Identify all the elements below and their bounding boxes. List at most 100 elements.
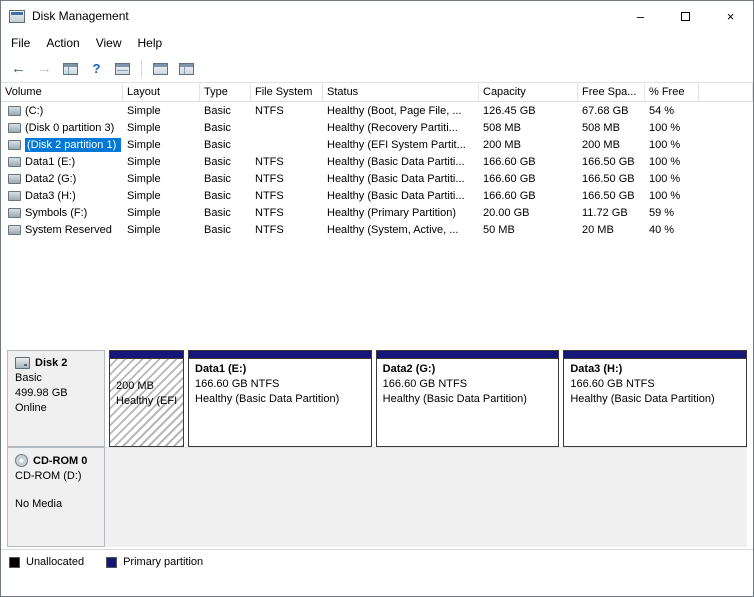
partition-efi-selected[interactable]: 200 MB Healthy (EFI [109,350,184,447]
menu-file[interactable]: File [3,33,38,53]
volume-disk-icon [8,207,21,218]
toolbar-separator [141,59,142,78]
minimize-button[interactable]: – [618,1,663,31]
volume-label: (Disk 0 partition 3) [25,121,115,134]
cell-capacity: 200 MB [483,138,521,151]
column-header-free-space[interactable]: Free Spa... [578,83,645,101]
partition-size: 166.60 GB NTFS [570,378,655,390]
cell-free-space: 67.68 GB [582,104,629,117]
disk-name-label: Disk 2 [35,357,68,369]
column-header-volume[interactable]: Volume [1,83,123,101]
partition-status: Healthy (Basic Data Partition) [195,393,340,405]
cell-type: Basic [204,121,231,134]
cell-pct-free: 54 % [649,104,675,117]
cell-pct-free: 100 % [649,155,681,168]
legend-unallocated: Unallocated [9,556,84,568]
column-header-capacity[interactable]: Capacity [479,83,578,101]
titlebar[interactable]: Disk Management – × [1,1,753,31]
partition-type-strip [376,351,559,359]
disk-name: Disk 2 [15,357,98,369]
disk-2-panel[interactable]: Disk 2 Basic 499.98 GB Online [7,350,105,447]
back-icon[interactable]: ← [7,58,30,80]
cell-file-system: NTFS [255,206,284,219]
cell-capacity: 166.60 GB [483,189,536,202]
volume-disk-icon [8,190,21,201]
menu-help[interactable]: Help [130,33,171,53]
cell-free-space: 200 MB [582,138,620,151]
partition-type-strip [189,351,371,359]
cell-capacity: 50 MB [483,223,515,236]
disk-management-window: Disk Management – × File Action View Hel… [0,0,754,597]
cell-status: Healthy (Boot, Page File, ... [327,104,462,117]
primary-partition-swatch-icon [106,556,118,568]
cell-type: Basic [204,189,231,202]
show-console-tree-icon[interactable] [59,58,82,80]
disk-size: 499.98 GB [15,387,68,399]
menu-view[interactable]: View [88,33,130,53]
column-header-pct-free[interactable]: % Free [645,83,699,101]
column-header-file-system[interactable]: File System [251,83,323,101]
cell-file-system: NTFS [255,189,284,202]
partition-data2[interactable]: Data2 (G:) 166.60 GB NTFS Healthy (Basic… [375,350,560,447]
export-list-icon[interactable] [111,58,134,80]
table-row[interactable]: Data3 (H:) Simple Basic NTFS Healthy (Ba… [1,187,753,204]
table-row[interactable]: Data1 (E:) Simple Basic NTFS Healthy (Ba… [1,153,753,170]
table-row[interactable]: (C:) Simple Basic NTFS Healthy (Boot, Pa… [1,102,753,119]
column-header-layout[interactable]: Layout [123,83,200,101]
toolbar: ← → ? [1,55,753,83]
cell-volume: Data1 (E:) [1,156,123,168]
app-icon [9,9,25,23]
cell-pct-free: 100 % [649,189,681,202]
volume-disk-icon [8,156,21,167]
cell-type: Basic [204,155,231,168]
partition-body: Data1 (E:) 166.60 GB NTFS Healthy (Basic… [189,359,371,410]
cell-file-system: NTFS [255,155,284,168]
cell-file-system: NTFS [255,172,284,185]
volume-disk-icon [8,224,21,235]
cell-volume: (Disk 2 partition 1) [1,137,123,152]
partition-body: Data2 (G:) 166.60 GB NTFS Healthy (Basic… [377,359,559,410]
legend: Unallocated Primary partition [9,556,745,568]
cdrom-panel[interactable]: CD-ROM 0 CD-ROM (D:) No Media [7,447,105,547]
table-row[interactable]: Symbols (F:) Simple Basic NTFS Healthy (… [1,204,753,221]
cdrom-media-status: No Media [15,498,63,510]
maximize-button[interactable] [663,1,708,31]
menu-action[interactable]: Action [38,33,87,53]
cell-layout: Simple [127,121,161,134]
table-row-selected[interactable]: (Disk 2 partition 1) Simple Basic Health… [1,136,753,153]
partition-data1[interactable]: Data1 (E:) 166.60 GB NTFS Healthy (Basic… [188,350,372,447]
cell-layout: Simple [127,138,161,151]
forward-icon[interactable]: → [33,58,56,80]
cdrom-icon [15,454,28,467]
volume-label: (C:) [25,104,44,117]
column-header-status[interactable]: Status [323,83,479,101]
table-row[interactable]: System Reserved Simple Basic NTFS Health… [1,221,753,238]
column-header-filler [699,83,753,101]
volume-label: System Reserved [25,223,112,236]
export-list-glyph [115,62,130,75]
cell-layout: Simple [127,104,161,117]
close-button[interactable]: × [708,1,753,31]
action-pane-icon[interactable] [175,58,198,80]
cell-type: Basic [204,104,231,117]
cell-free-space: 508 MB [582,121,620,134]
partition-data3[interactable]: Data3 (H:) 166.60 GB NTFS Healthy (Basic… [563,350,748,447]
table-row[interactable]: (Disk 0 partition 3) Simple Basic Health… [1,119,753,136]
cell-free-space: 166.50 GB [582,172,635,185]
popup-menu-icon[interactable] [149,58,172,80]
disk-status: Online [15,402,47,414]
cell-layout: Simple [127,172,161,185]
help-icon[interactable]: ? [85,58,108,80]
console-tree-glyph [63,62,78,75]
cell-status: Healthy (Recovery Partiti... [327,121,458,134]
cell-capacity: 126.45 GB [483,104,536,117]
volume-label: Symbols (F:) [25,206,88,219]
cell-capacity: 20.00 GB [483,206,530,219]
cdrom-media-area[interactable] [105,447,747,547]
cell-volume: Data2 (G:) [1,173,123,185]
menubar: File Action View Help [1,31,753,55]
column-header-type[interactable]: Type [200,83,251,101]
cell-status: Healthy (Basic Data Partiti... [327,172,465,185]
table-row[interactable]: Data2 (G:) Simple Basic NTFS Healthy (Ba… [1,170,753,187]
cell-type: Basic [204,223,231,236]
